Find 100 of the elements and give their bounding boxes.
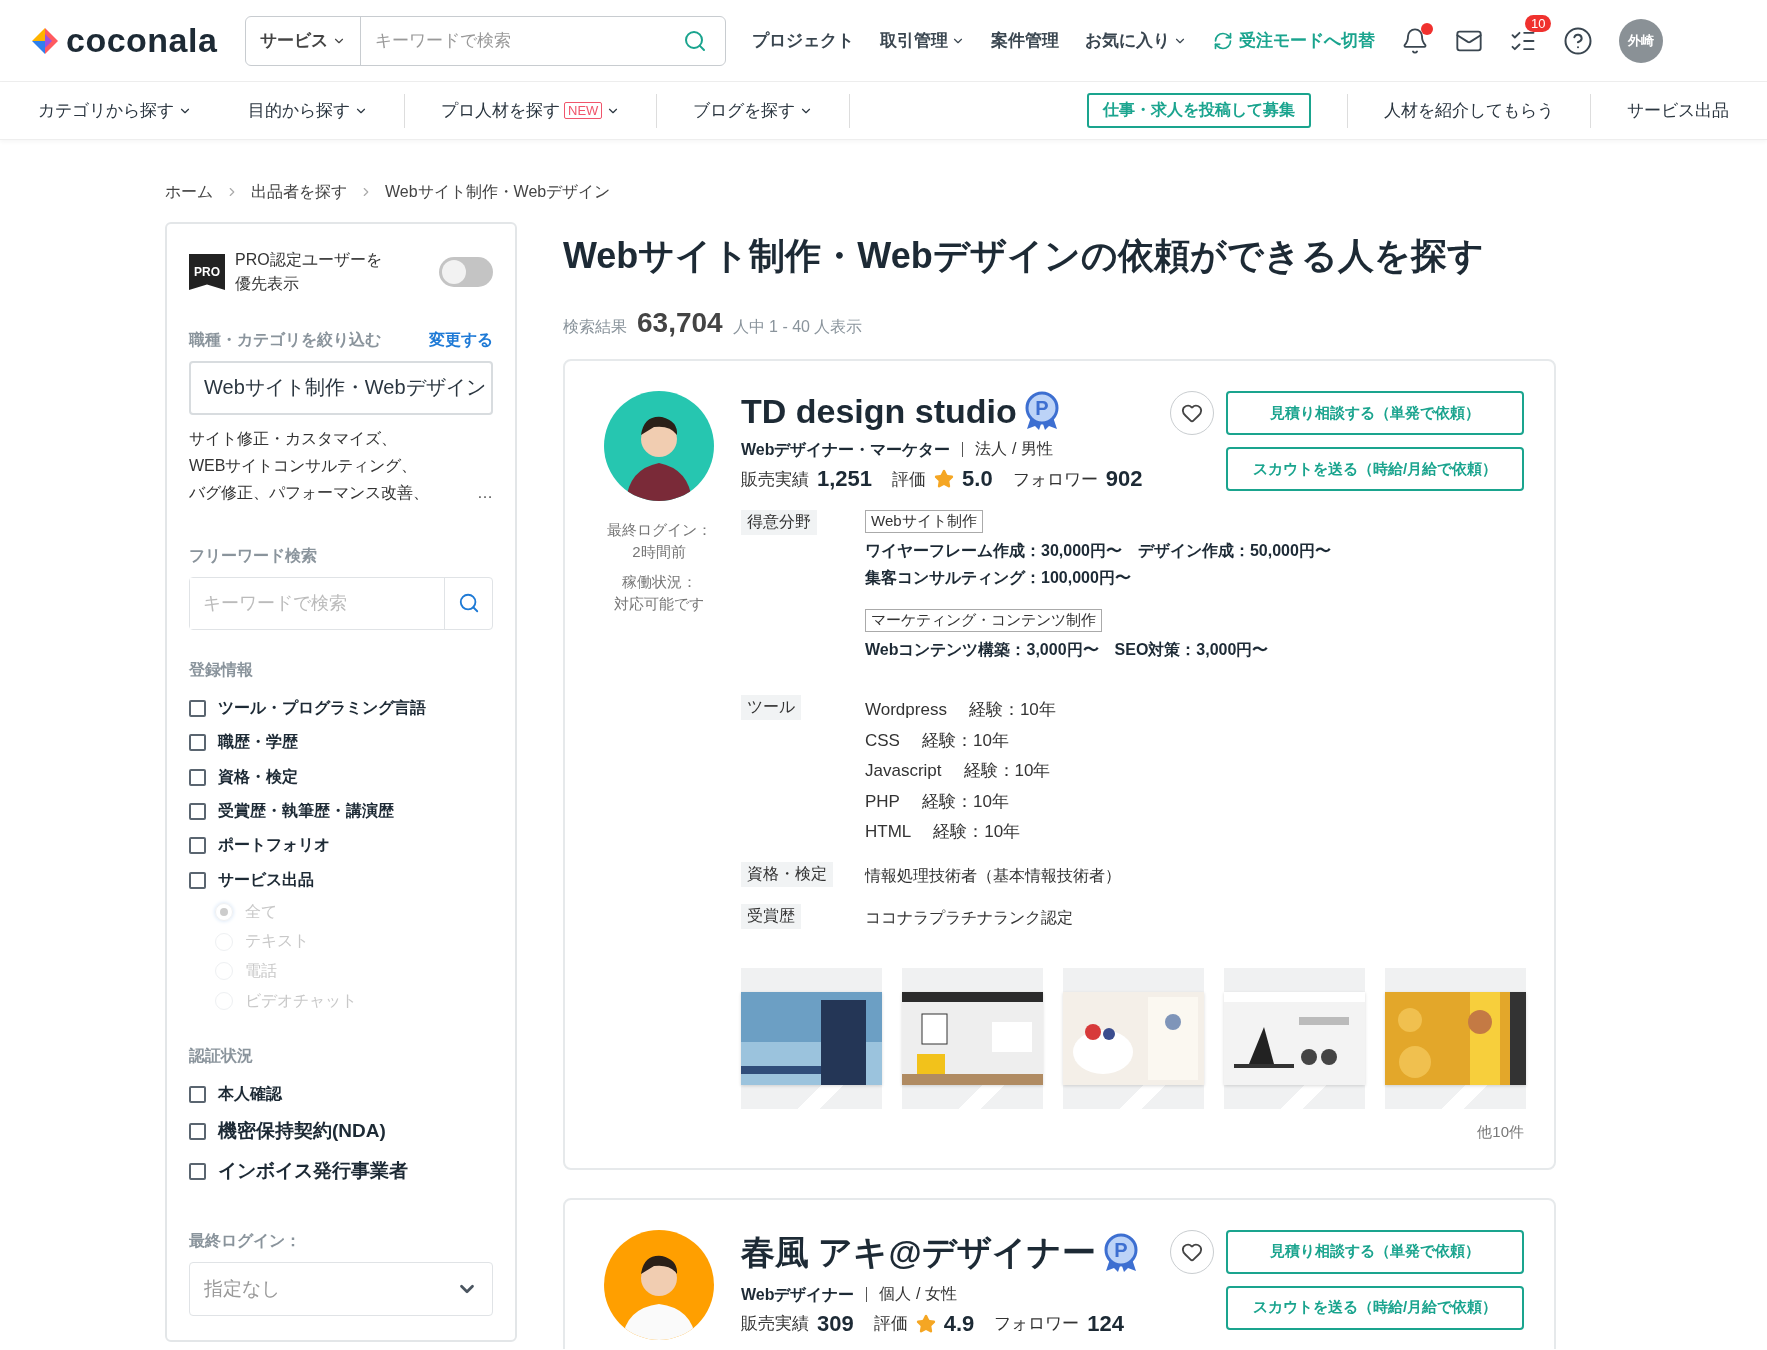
section-heading: 職種・カテゴリを絞り込む [189,330,381,350]
price-item: 集客コンサルティング：100,000円〜 [865,568,1131,588]
search-icon [457,592,480,615]
subcategory-text: サイト修正・カスタマイズ、 [189,428,398,449]
menu-link[interactable]: 目的から探す [248,93,368,128]
seller-name[interactable]: TD design studio [741,391,1017,431]
section-heading: 認証状況 [189,1045,253,1066]
nav-link[interactable]: 案件管理 [991,29,1060,52]
stat-label: フォロワー [1012,468,1098,491]
stat-label: 販売実績 [741,468,809,491]
change-link[interactable]: 変更する [429,330,493,351]
category-tag: マーケティング・コンテンツ制作 [865,609,1102,632]
menu-link[interactable]: 人材を紹介してもらう [1384,93,1554,128]
portfolio-thumbnail[interactable] [741,967,882,1109]
menu-link[interactable]: プロ人材を探す NEW [441,93,621,128]
pro-toggle[interactable] [439,257,493,287]
checkbox[interactable] [189,871,206,889]
checkbox-label: 資格・検定 [218,766,298,787]
todo-button[interactable]: 10 [1509,14,1552,55]
tool-name: Javascript [865,760,942,782]
page-title: Webサイト制作・Webデザインの依頼ができる人を探す [563,234,1485,278]
nav-link[interactable]: プロジェクト [752,29,855,52]
breadcrumb-link[interactable]: Webサイト制作・Webデザイン [385,181,611,203]
stat-label: 販売実績 [741,1313,809,1335]
checkbox-label: 本人確認 [218,1083,282,1104]
portfolio-thumbnail[interactable] [1224,967,1365,1109]
portfolio-thumbnail[interactable] [1063,967,1204,1109]
checkbox-label: インボイス発行事業者 [218,1159,408,1184]
toggle-label: PRO認定ユーザーを優先表示 [235,250,383,294]
checkbox[interactable] [189,837,206,855]
tool-experience: 経験：10年 [933,821,1021,843]
seller-role: Webデザイナー・マーケター [741,442,964,457]
category-field[interactable]: Webサイト制作・Webデザイン [189,361,493,415]
count-badge: 10 [1524,14,1552,32]
favorite-button[interactable] [1170,1229,1214,1274]
detail-label: 得意分野 [741,510,817,535]
logo-text: coconala [66,21,218,60]
keyword-field[interactable]: キーワードで検索 [189,576,493,631]
checkbox[interactable] [189,1122,206,1140]
checkbox-label: 職歴・学歴 [218,732,298,753]
menu-link[interactable]: カテゴリから探す [38,93,192,128]
star-icon [934,469,955,489]
section-heading: 最終ログイン： [189,1231,301,1252]
more-link[interactable]: … [477,483,493,506]
stat-value: 4.9 [943,1310,975,1337]
checkbox[interactable] [189,1085,206,1103]
price-item: ワイヤーフレーム作成：30,000円〜 [865,541,1122,561]
price-item: デザイン作成：50,000円〜 [1137,541,1331,561]
tool-name: CSS [865,729,900,752]
tool-name: HTML [865,821,912,843]
pro-badge: PRO [189,254,225,290]
stat-label: 評価 [873,1313,908,1335]
detail-label: 受賞歴 [741,903,801,929]
tool-experience: 経験：10年 [921,729,1009,752]
nav-link[interactable]: 取引管理 [880,29,966,52]
search-field[interactable]: サービス キーワードで検索 [245,15,727,66]
tool-name: PHP [865,790,900,813]
checkbox-label: 機密保持契約(NDA) [218,1119,386,1144]
checkbox-label: 受賞歴・執筆歴・講演歴 [218,801,394,822]
seller-role: Webデザイナー [741,1286,868,1302]
menu-link[interactable]: サービス出品 [1627,93,1729,128]
tool-name: Wordpress [865,699,947,721]
price-item: Webコンテンツ構築：3,000円〜 [865,640,1099,660]
help-icon[interactable] [1563,25,1594,56]
favorite-button[interactable] [1170,391,1214,435]
seller-name[interactable]: 春風 アキ@デザイナー [741,1229,1096,1276]
results-range: 人中 1 - 40 人表示 [732,317,863,337]
portfolio-thumbnail[interactable] [902,967,1043,1109]
status-info: 稼働状況： 対応可能です [614,572,704,614]
breadcrumb-link[interactable]: 出品者を探す [251,181,347,203]
stat-value: 5.0 [962,466,993,492]
results-count: 63,704 [637,307,723,339]
checkbox-label: ポートフォリオ [218,835,330,856]
stat-label: 評価 [892,468,927,491]
section-heading: 登録情報 [189,660,253,681]
price-item: SEO対策：3,000円〜 [1114,640,1269,660]
section-heading: フリーワード検索 [189,545,317,566]
notification-button[interactable] [1401,26,1430,55]
checkbox[interactable] [189,1162,206,1180]
login-info: 最終ログイン： 2時間前 [606,520,712,562]
detail-text: ココナラプラチナランク認定 [865,907,1074,928]
logo-icon [30,25,60,56]
stat-value: 1,251 [817,466,873,492]
seller-type: 法人 / 男性 [975,439,1053,459]
nav-link[interactable]: お気に入り [1085,29,1188,52]
breadcrumb-link[interactable]: ホーム [165,181,213,203]
search-icon[interactable] [683,28,708,53]
tool-experience: 経験：10年 [968,699,1056,721]
portfolio-thumbnail[interactable] [1385,967,1526,1109]
more-count[interactable]: 他10件 [1477,1122,1524,1142]
subcategory-text: バグ修正、パフォーマンス改善、 [189,482,429,503]
stat-label: フォロワー [994,1313,1080,1335]
checkbox-label: サービス出品 [218,869,314,890]
checkbox[interactable] [189,699,206,717]
checkbox[interactable] [189,803,206,821]
checkbox[interactable] [189,768,206,786]
switch-icon [1213,30,1234,51]
tool-experience: 経験：10年 [921,790,1009,813]
menu-link[interactable]: ブログを探す [693,93,814,128]
checkbox[interactable] [189,734,206,752]
